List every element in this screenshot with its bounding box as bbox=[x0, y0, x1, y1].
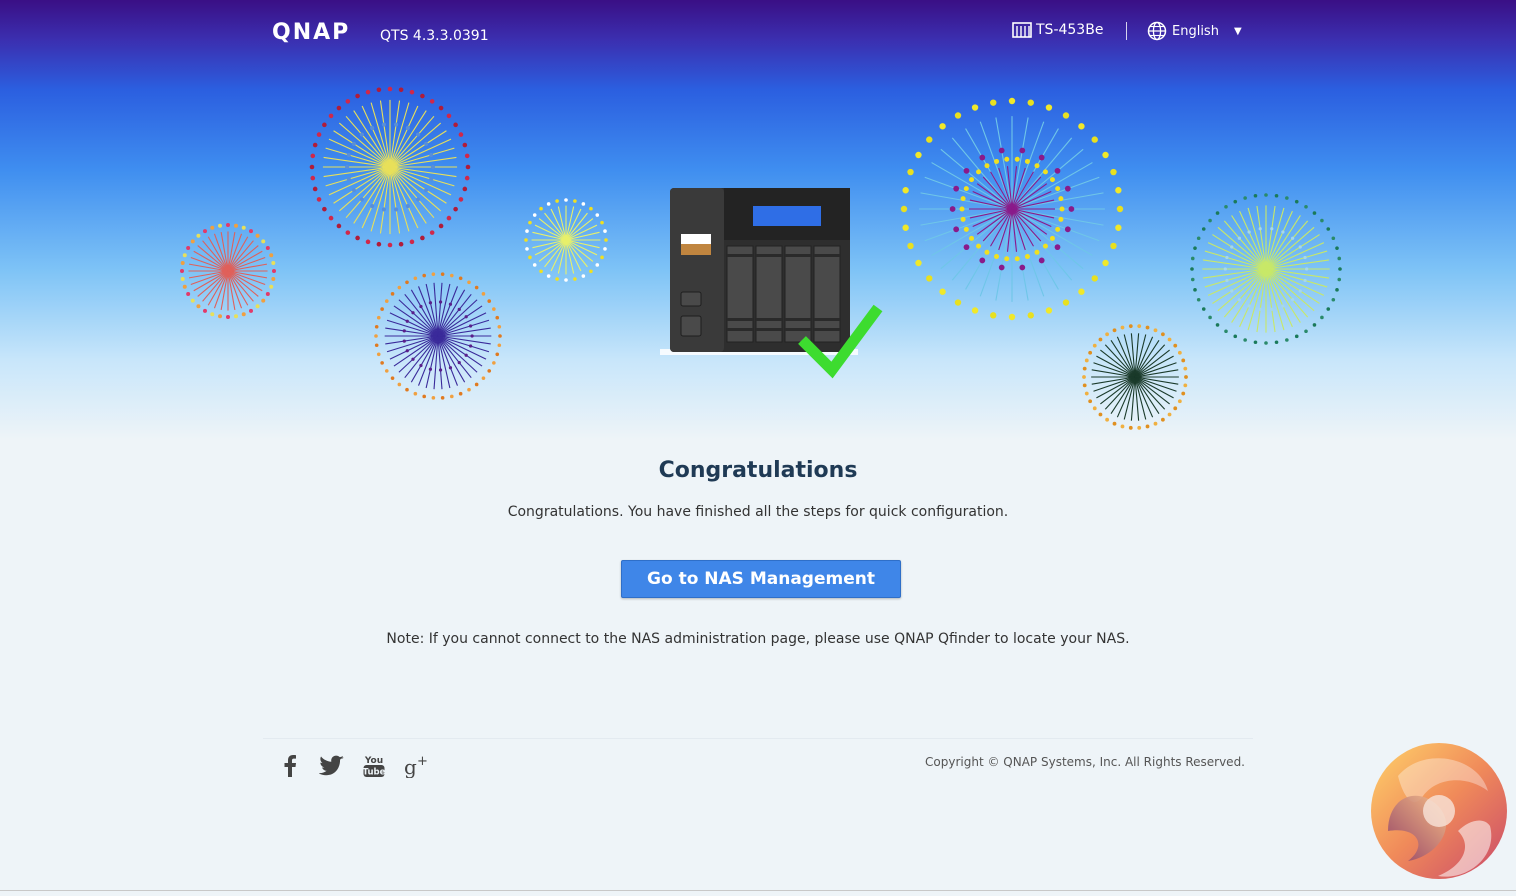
language-label: English bbox=[1172, 23, 1219, 39]
drive-bay bbox=[726, 245, 754, 343]
firework bbox=[1190, 193, 1342, 345]
qnap-logo: QNAP bbox=[272, 20, 351, 45]
copyright-text: Copyright © QNAP Systems, Inc. All Right… bbox=[925, 755, 1245, 769]
twitter-icon[interactable] bbox=[317, 752, 347, 780]
header-divider bbox=[1126, 22, 1127, 40]
svg-text:+: + bbox=[417, 754, 428, 769]
bottom-border bbox=[0, 890, 1516, 891]
page-subtitle: Congratulations. You have finished all t… bbox=[507, 504, 1009, 520]
svg-text:You: You bbox=[364, 756, 383, 766]
nas-model: TS-453Be bbox=[1012, 22, 1103, 38]
qfinder-note: Note: If you cannot connect to the NAS a… bbox=[386, 631, 1130, 647]
svg-text:Tube: Tube bbox=[363, 768, 385, 778]
svg-text:g: g bbox=[404, 755, 417, 778]
globe-icon bbox=[1147, 21, 1167, 41]
firework bbox=[524, 198, 608, 282]
go-to-nas-management-button[interactable]: Go to NAS Management bbox=[621, 560, 901, 598]
firework bbox=[374, 272, 502, 400]
nas-device-illustration bbox=[660, 188, 858, 355]
nas-icon bbox=[1012, 22, 1032, 38]
footer-divider bbox=[263, 738, 1253, 739]
google-plus-icon[interactable]: g + bbox=[401, 752, 431, 780]
youtube-icon[interactable]: You Tube bbox=[359, 752, 389, 780]
site-logo-badge bbox=[1371, 743, 1507, 879]
nas-model-label: TS-453Be bbox=[1036, 22, 1104, 38]
firmware-version: QTS 4.3.3.0391 bbox=[380, 28, 489, 44]
top-bar: QNAP QTS 4.3.3.0391 TS-453Be English ▼ bbox=[0, 0, 1516, 70]
drive-bay bbox=[784, 245, 812, 343]
firework bbox=[180, 223, 276, 319]
chevron-down-icon: ▼ bbox=[1233, 25, 1242, 37]
facebook-icon[interactable] bbox=[275, 752, 305, 780]
drive-bay bbox=[755, 245, 783, 343]
firework bbox=[309, 86, 471, 248]
firework bbox=[1082, 324, 1188, 430]
language-selector[interactable]: English ▼ bbox=[1147, 21, 1242, 41]
drive-bay bbox=[813, 245, 841, 343]
page-title: Congratulations bbox=[658, 458, 858, 483]
